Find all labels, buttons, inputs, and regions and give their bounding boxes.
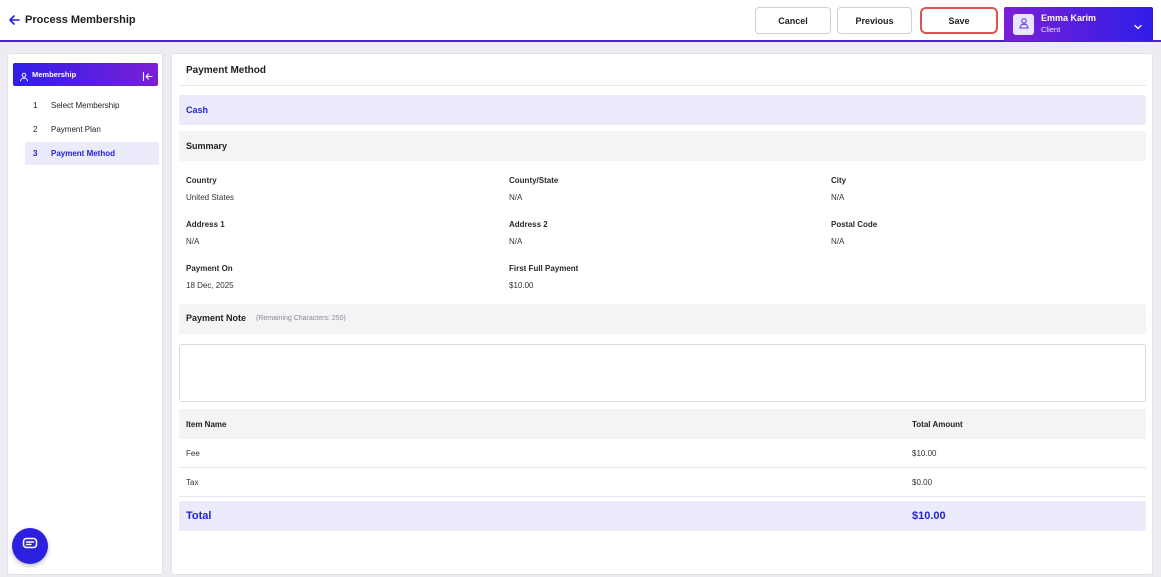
country-value: United States (186, 193, 235, 202)
payment-note-input[interactable] (179, 344, 1146, 402)
cancel-button[interactable]: Cancel (755, 7, 831, 34)
total-value: $10.00 (912, 510, 946, 522)
country-label: Country (186, 176, 217, 185)
step-select-membership[interactable]: 1 Select Membership (25, 94, 159, 117)
user-name: Emma Karim (1041, 13, 1097, 23)
address1-value: N/A (186, 237, 200, 246)
table-row: Tax $0.00 (179, 468, 1146, 497)
remaining-characters-hint: (Remaining Characters: 250) (256, 315, 346, 322)
page-title: Process Membership (25, 14, 136, 26)
city-label: City (831, 176, 847, 185)
user-icon (19, 69, 29, 82)
payment-on-label: Payment On (186, 264, 233, 273)
user-role: Client (1041, 25, 1061, 34)
step-number: 3 (33, 149, 38, 158)
chat-icon (22, 537, 38, 556)
postal-code-value: N/A (831, 237, 845, 246)
total-row: Total $10.00 (179, 501, 1146, 531)
chat-button[interactable] (12, 528, 48, 564)
previous-button[interactable]: Previous (837, 7, 912, 34)
payment-method-label: Cash (186, 105, 209, 115)
item-name-cell: Tax (186, 478, 199, 487)
step-label: Payment Method (51, 149, 116, 158)
postal-code-label: Postal Code (831, 220, 878, 229)
payment-method-option[interactable]: Cash (179, 95, 1146, 125)
step-label: Select Membership (51, 101, 120, 110)
sidebar: Membership 1 Select Membership 2 Payment… (7, 53, 163, 575)
summary-header: Summary (179, 131, 1146, 161)
payment-note-label: Payment Note (186, 313, 247, 323)
chevron-down-icon[interactable] (1133, 19, 1143, 30)
user-menu[interactable]: Emma Karim Client (1004, 7, 1153, 41)
address2-label: Address 2 (509, 220, 548, 229)
summary-title: Summary (186, 141, 228, 151)
step-number: 1 (33, 101, 38, 110)
step-label: Payment Plan (51, 125, 101, 134)
main-panel: Payment Method Cash Summary Country Unit… (171, 53, 1153, 575)
section-title: Payment Method (186, 65, 267, 76)
step-number: 2 (33, 125, 38, 134)
first-full-payment-value: $10.00 (509, 281, 534, 290)
save-button[interactable]: Save (920, 7, 998, 34)
total-label: Total (186, 510, 212, 522)
top-bar: Process Membership Cancel Previous Save … (0, 0, 1161, 42)
arrow-left-icon[interactable] (7, 13, 21, 27)
collapse-left-icon[interactable] (142, 69, 153, 82)
address1-label: Address 1 (186, 220, 225, 229)
sidebar-title: Membership (32, 70, 77, 79)
city-value: N/A (831, 193, 845, 202)
avatar (1013, 14, 1034, 35)
county-state-label: County/State (509, 176, 559, 185)
sidebar-header: Membership (13, 63, 158, 86)
step-payment-plan[interactable]: 2 Payment Plan (25, 118, 159, 141)
table-row: Fee $10.00 (179, 439, 1146, 468)
address2-value: N/A (509, 237, 523, 246)
item-name-header: Item Name (186, 420, 227, 429)
total-amount-header: Total Amount (912, 420, 963, 429)
divider (179, 85, 1146, 86)
county-state-value: N/A (509, 193, 523, 202)
table-header: Item Name Total Amount (179, 409, 1146, 439)
payment-on-value: 18 Dec, 2025 (186, 281, 234, 290)
item-name-cell: Fee (186, 449, 200, 458)
step-payment-method[interactable]: 3 Payment Method (25, 142, 159, 165)
amount-cell: $10.00 (912, 449, 937, 458)
user-icon (1018, 16, 1030, 34)
payment-note-header: Payment Note (Remaining Characters: 250) (179, 304, 1146, 334)
first-full-payment-label: First Full Payment (509, 264, 579, 273)
amount-cell: $0.00 (912, 478, 933, 487)
